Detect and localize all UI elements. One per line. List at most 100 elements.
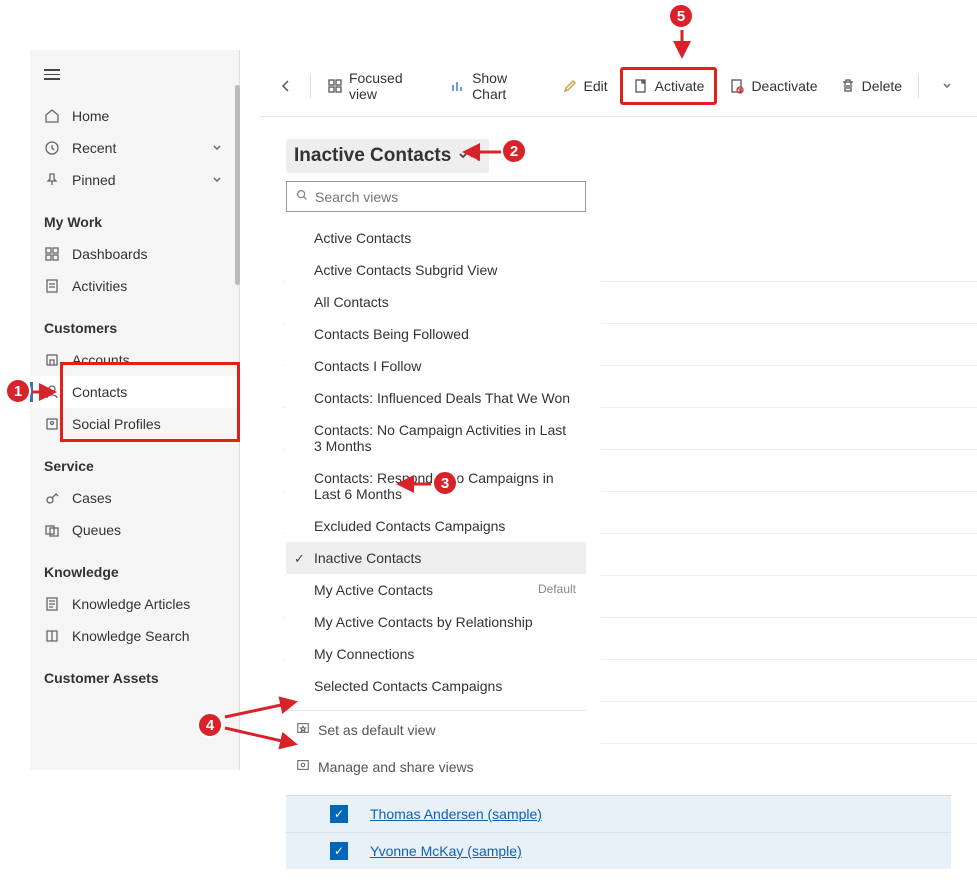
check-icon: ✓: [294, 551, 305, 567]
view-item-label: My Active Contacts by Relationship: [314, 614, 533, 630]
view-item-label: My Connections: [314, 646, 414, 662]
callout-badge: 3: [432, 470, 458, 496]
view-list: Active Contacts Active Contacts Subgrid …: [286, 222, 586, 702]
nav-label: Home: [72, 108, 225, 124]
nav-label: Cases: [72, 490, 225, 506]
hamburger-button[interactable]: [30, 60, 239, 100]
callout-badge: 5: [668, 3, 694, 29]
activate-button[interactable]: Activate: [620, 67, 718, 105]
record-row[interactable]: ✓ Thomas Andersen (sample): [286, 795, 951, 832]
nav-contacts[interactable]: Contacts: [30, 376, 239, 408]
view-item-label: Contacts: No Campaign Activities in Last…: [314, 422, 566, 454]
view-item[interactable]: My Connections: [286, 638, 586, 670]
nav-label: Social Profiles: [72, 416, 225, 432]
social-icon: [44, 416, 60, 432]
view-item[interactable]: Selected Contacts Campaigns: [286, 670, 586, 702]
cases-icon: [44, 490, 60, 506]
nav-social-profiles[interactable]: Social Profiles: [30, 408, 239, 440]
view-item-inactive-contacts[interactable]: ✓Inactive Contacts: [286, 542, 586, 574]
deactivate-button[interactable]: Deactivate: [719, 70, 827, 102]
activate-icon: [633, 78, 649, 94]
arrow-icon: [225, 693, 303, 717]
view-item-label: All Contacts: [314, 294, 389, 310]
show-chart-button[interactable]: Show Chart: [440, 62, 549, 110]
queues-icon: [44, 522, 60, 538]
vf-label: Manage and share views: [318, 759, 474, 775]
checkbox-checked[interactable]: ✓: [330, 842, 348, 860]
more-button[interactable]: [925, 71, 969, 102]
search-icon: [295, 188, 309, 205]
view-item[interactable]: Active Contacts: [286, 222, 586, 254]
nav-knowledge-articles[interactable]: Knowledge Articles: [30, 588, 239, 620]
back-button[interactable]: [268, 70, 304, 102]
nav-label: Knowledge Search: [72, 628, 225, 644]
view-footer: Set as default view Manage and share vie…: [286, 710, 586, 785]
nav-label: Activities: [72, 278, 225, 294]
nav-dashboards[interactable]: Dashboards: [30, 238, 239, 270]
nav-label: Recent: [72, 140, 199, 156]
nav-recent[interactable]: Recent: [30, 132, 239, 164]
nav-queues[interactable]: Queues: [30, 514, 239, 546]
focused-view-button[interactable]: Focused view: [317, 62, 438, 110]
section-service: Service: [30, 440, 239, 482]
callout-badge: 4: [197, 712, 223, 738]
record-link[interactable]: Thomas Andersen (sample): [370, 806, 542, 822]
records-grid: ✓ Thomas Andersen (sample) ✓ Yvonne McKa…: [286, 795, 951, 869]
section-customers: Customers: [30, 302, 239, 344]
section-knowledge: Knowledge: [30, 546, 239, 588]
nav-knowledge-search[interactable]: Knowledge Search: [30, 620, 239, 652]
vf-label: Set as default view: [318, 722, 436, 738]
button-label: Deactivate: [751, 78, 817, 94]
manage-views[interactable]: Manage and share views: [286, 748, 586, 785]
view-item-label: Active Contacts Subgrid View: [314, 262, 497, 278]
activities-icon: [44, 278, 60, 294]
nav-activities[interactable]: Activities: [30, 270, 239, 302]
nav-cases[interactable]: Cases: [30, 482, 239, 514]
view-item[interactable]: All Contacts: [286, 286, 586, 318]
chevron-down-icon: [211, 140, 225, 156]
delete-button[interactable]: Delete: [830, 70, 912, 102]
callout-5: 5: [668, 3, 694, 29]
search-views-input[interactable]: [315, 189, 577, 205]
nav-label: Dashboards: [72, 246, 225, 262]
content: Inactive Contacts ↖ Active Contacts Acti…: [260, 117, 977, 891]
scrollbar[interactable]: [235, 85, 240, 285]
trash-icon: [840, 78, 856, 94]
view-item[interactable]: Contacts I Follow: [286, 350, 586, 382]
view-item[interactable]: Excluded Contacts Campaigns: [286, 510, 586, 542]
hamburger-icon: [44, 66, 60, 83]
edit-button[interactable]: Edit: [552, 70, 618, 102]
button-label: Activate: [655, 78, 705, 94]
default-label: Default: [538, 582, 576, 596]
record-link[interactable]: Yvonne McKay (sample): [370, 843, 522, 859]
view-item-label: Contacts Being Followed: [314, 326, 469, 342]
search-views[interactable]: [286, 181, 586, 212]
toolbar: Focused view Show Chart Edit Activate De…: [260, 56, 977, 117]
set-default-view[interactable]: Set as default view: [286, 711, 586, 748]
view-item[interactable]: My Active ContactsDefault: [286, 574, 586, 606]
nav-pinned[interactable]: Pinned: [30, 164, 239, 196]
view-item[interactable]: Contacts: Influenced Deals That We Won: [286, 382, 586, 414]
nav-home[interactable]: Home: [30, 100, 239, 132]
button-label: Edit: [584, 78, 608, 94]
arrow-icon: [459, 143, 501, 161]
main-area: Focused view Show Chart Edit Activate De…: [260, 56, 977, 782]
nav-accounts[interactable]: Accounts: [30, 344, 239, 376]
view-item[interactable]: Contacts Being Followed: [286, 318, 586, 350]
nav-label: Pinned: [72, 172, 199, 188]
callout-1: 1: [5, 378, 31, 404]
nav-label: Knowledge Articles: [72, 596, 225, 612]
view-item[interactable]: Active Contacts Subgrid View: [286, 254, 586, 286]
view-item[interactable]: My Active Contacts by Relationship: [286, 606, 586, 638]
arrow-icon: [393, 475, 431, 493]
callout-badge: 1: [5, 378, 31, 404]
record-row[interactable]: ✓ Yvonne McKay (sample): [286, 832, 951, 869]
checkbox-checked[interactable]: ✓: [330, 805, 348, 823]
view-item[interactable]: Contacts: No Campaign Activities in Last…: [286, 414, 586, 462]
arrow-icon: [32, 383, 60, 401]
chevron-down-icon: [935, 79, 959, 94]
section-my-work: My Work: [30, 196, 239, 238]
divider: [918, 74, 919, 98]
dashboards-icon: [44, 246, 60, 262]
view-item-label: Selected Contacts Campaigns: [314, 678, 502, 694]
